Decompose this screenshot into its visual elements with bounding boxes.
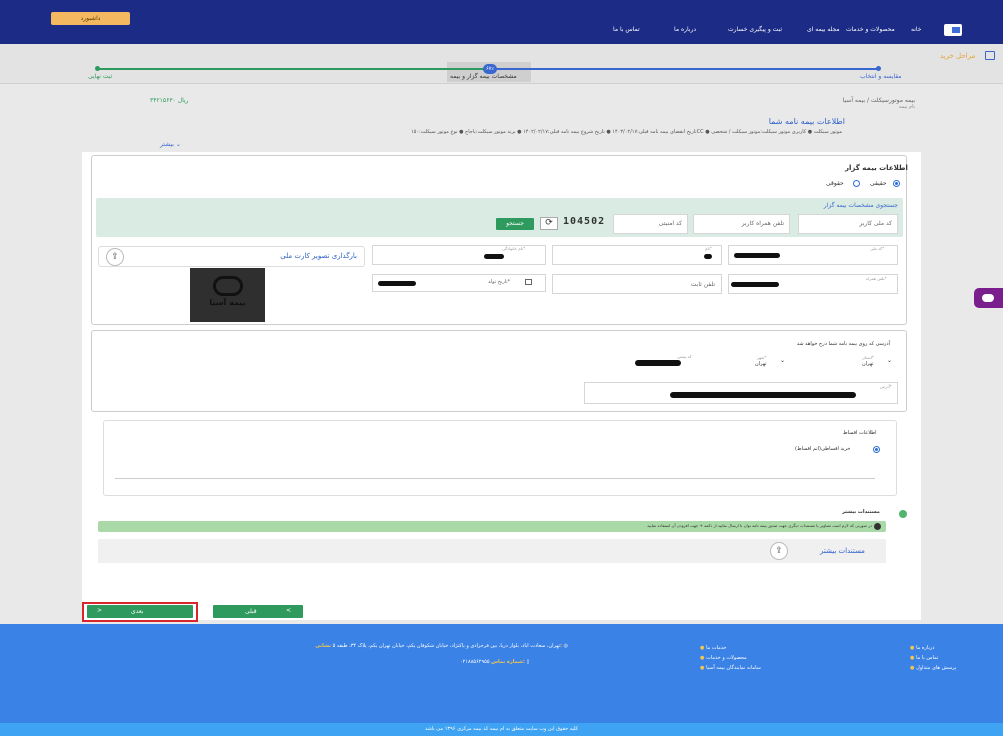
province-label: استان* [862,355,874,360]
national-code-label: کد ملی* [870,246,885,251]
city-label: شهر* [757,355,767,360]
redacted-mobile [731,282,779,287]
chat-icon [982,294,994,302]
city-chevron-icon[interactable]: ⌄ [780,357,785,364]
nav-products[interactable]: محصولات و خدمات [846,26,895,33]
redacted-birth-date [378,281,416,286]
mobile-input[interactable]: تلفن همراه کاربر [693,214,790,234]
info-icon [874,523,881,530]
redacted-first-name [704,254,712,259]
next-button[interactable]: > بعدی [87,605,193,618]
nav-claims[interactable]: ثبت و پیگیری خسارت [728,26,782,33]
footer-link-contact[interactable]: ● تماس با ما [910,655,938,661]
footer-link-products[interactable]: ● محصولات و خدمات [700,655,747,661]
policy-price: ۳۴۲۱۵۶۳۰ ریال [150,97,189,104]
progress-line-current [490,68,878,70]
nav-magazine[interactable]: مجله بیمه ای [807,26,840,33]
docs-upload-icon[interactable]: ⇪ [770,542,788,560]
breadcrumb: بیمه موتورسیکلت / بیمه آسیا [842,97,915,104]
refresh-captcha-icon[interactable]: ⟳ [540,217,558,230]
captcha-image: 104502 [563,216,606,227]
next-label: بعدی [131,608,144,615]
prev-label: قبلی [245,608,257,615]
chevron-left-icon: < [286,607,292,614]
chevron-right-icon: > [97,607,103,614]
insurer-subtitle: نام بیمه [898,104,915,110]
installment-option-label: خرید اقساطی(اتم اقساط) [795,446,851,452]
chevron-down-icon: ⌄ [175,141,181,148]
birth-date-label: تاریخ تولد* [488,279,511,285]
summary-details: تاریخ انقضای بیمه نامه قبلی:۱۴۰۳/۰۲/۱۷ ●… [410,129,842,135]
nav-home[interactable]: خانه [911,26,921,33]
footer-link-about[interactable]: ● درباره ما [910,645,935,651]
national-code-input[interactable]: کد ملی کاربر [798,214,898,234]
captcha-input[interactable]: کد امنیتی [613,214,688,234]
first-name-field[interactable] [552,245,722,265]
footer-address: تهران، سعادت آباد، بلوار دریا، بین فرحزا… [315,643,568,649]
step-final[interactable]: ثبت نهایی [88,73,112,80]
footer-link-faq[interactable]: ● پرسش های متداول [910,665,956,671]
summary-title: اطلاعات بیمه نامه شما [768,117,845,126]
docs-upload-box[interactable] [98,539,886,563]
chat-widget[interactable] [974,288,1003,308]
step-compare[interactable]: مقایسه و انتخاب [860,73,902,80]
step-dot-compare [876,66,881,71]
copyright: کلیه حقوق این وب سایت متعلق به ام بیمه ک… [0,723,1003,736]
upload-icon[interactable]: ⇪ [106,248,124,266]
calendar-icon[interactable] [525,279,532,285]
progress-line-done [98,68,490,70]
docs-notice-text: در صورتی که لازم است تصاویر یا مستندات د… [647,523,872,528]
nav-contact[interactable]: تماس با ما [613,26,640,33]
id-card-upload-label: بارگذاری تصویر کارت ملی [280,252,357,260]
top-navbar [0,0,1003,44]
redacted-postal-code [635,360,681,366]
footer-link-agents[interactable]: ● سامانه نمایندگان بیمه آسیا [700,665,761,671]
phone-icon: ▯ [526,659,530,665]
last-name-label: نام خانوادگی* [502,246,526,251]
province-chevron-icon[interactable]: ⌄ [887,357,892,364]
docs-upload-label: مستندات بیشتر [820,547,865,555]
radio-real-label: حقیقی [870,180,887,187]
step-insurer-info[interactable]: مشخصات بیمه گزار و بیمه [450,73,517,80]
docs-title: مستندات بیشتر [842,509,880,515]
installment-radio[interactable] [873,446,880,453]
prev-button[interactable]: قبلی < [213,605,303,618]
first-name-label: نام* [705,246,712,251]
site-logo[interactable] [944,24,962,36]
redacted-last-name [484,254,504,259]
logo-mark [212,276,243,296]
redacted-address [670,392,856,398]
province-select[interactable]: تهران [862,361,874,367]
location-icon: ◎ [563,643,568,649]
logo-text: بیمه آسیا [209,298,246,307]
address-title: آدرسی که روی بیمه نامه شما درج خواهد شد [796,341,890,347]
search-button[interactable]: جستجو [496,218,534,230]
insurer-title: اطلاعات بیمه گزار [845,164,908,172]
steps-icon [985,51,995,60]
installments-panel [103,420,897,496]
mobile-label: تلفن همراه* [866,276,887,281]
divider [115,478,875,479]
dashboard-button[interactable]: داشبورد [51,12,130,25]
radio-real[interactable] [893,180,900,187]
postal-label: کد پستی [677,354,692,359]
radio-legal-label: حقوقی [826,180,844,187]
radio-legal[interactable] [853,180,860,187]
city-select[interactable]: تهران [755,361,767,367]
preview-gap [265,276,279,320]
installments-title: اطلاعات اقساط [843,430,877,436]
footer [0,624,1003,723]
id-card-preview: بیمه آسیا [190,268,265,322]
more-toggle[interactable]: بیشتر ⌄ [160,141,181,148]
address-label: آدرس* [880,384,892,389]
docs-step-icon [899,510,907,518]
footer-link-services[interactable]: ● خدمات ما [700,645,727,651]
footer-phone: ۰۲۱۸۸۵۶۲۹۵۵ شماره تماس: ▯ [460,659,530,665]
redacted-national-code [734,253,780,258]
step-dot-final [95,66,100,71]
phone-field[interactable]: تلفن ثابت [552,274,722,294]
steps-title: مراحل خرید [940,52,976,60]
search-title: جستجوی مشخصات بیمه گزار [823,202,898,209]
nav-about[interactable]: درباره ما [674,26,696,33]
